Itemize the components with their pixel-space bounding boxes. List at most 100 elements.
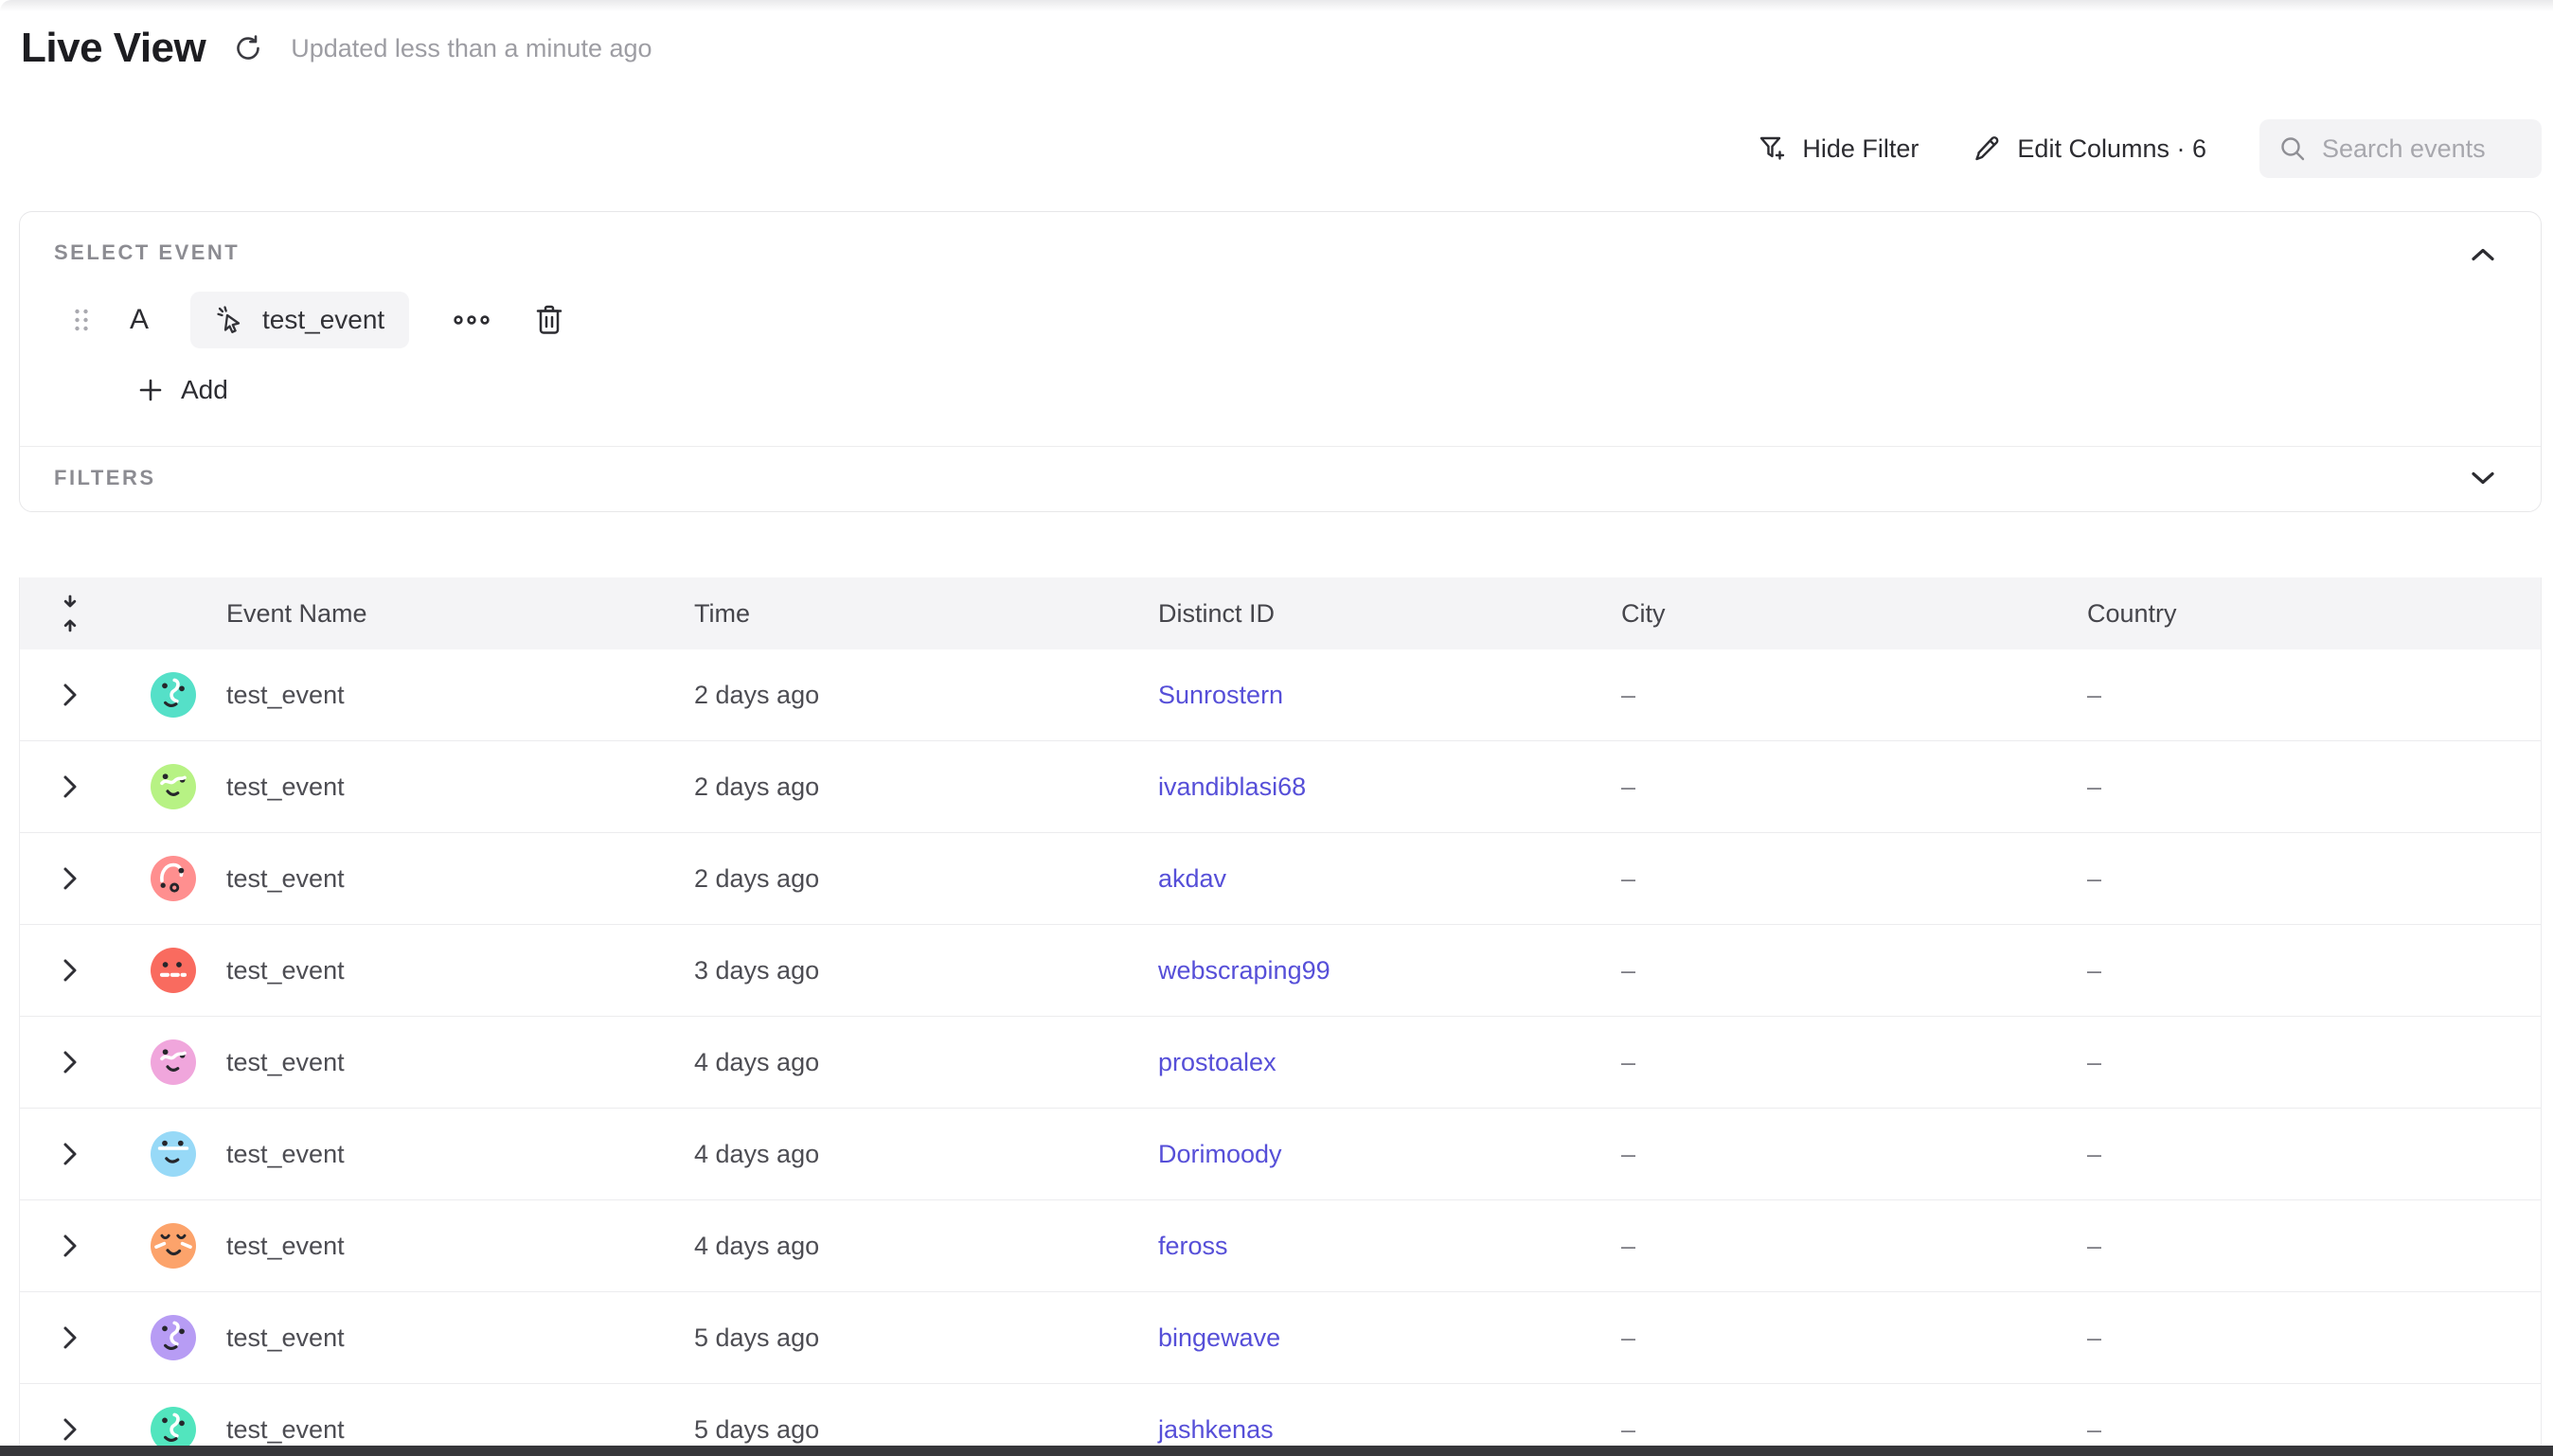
country-cell: – [2087,772,2541,802]
table-row: test_event 5 days ago jashkenas – – [20,1384,2541,1447]
column-header-event-name[interactable]: Event Name [226,599,694,629]
distinct-id-link[interactable]: Sunrostern [1158,681,1283,709]
event-name-cell: test_event [226,1048,694,1077]
event-name-cell: test_event [226,772,694,802]
chevron-right-icon [62,1142,78,1166]
user-avatar [151,856,196,901]
search-icon [2278,134,2307,163]
event-selector-chip[interactable]: test_event [190,292,409,348]
distinct-id-link[interactable]: bingewave [1158,1323,1280,1352]
time-cell: 4 days ago [694,1140,1158,1169]
row-expander-button[interactable] [51,951,89,989]
expand-filters-button[interactable] [2467,462,2499,494]
chevron-right-icon [62,683,78,707]
user-avatar [151,672,196,718]
add-label: Add [181,375,228,405]
table-body: test_event 2 days ago Sunrostern – – tes… [20,649,2541,1447]
table-row: test_event 2 days ago akdav – – [20,833,2541,925]
event-name-cell: test_event [226,1415,694,1445]
user-avatar [151,1223,196,1269]
user-avatar [151,764,196,809]
step-letter: A [130,304,149,336]
distinct-id-link[interactable]: akdav [1158,864,1226,893]
event-chip-label: test_event [262,305,384,335]
toolbar: Hide Filter Edit Columns · 6 [1757,119,2542,178]
chevron-right-icon [62,1417,78,1442]
distinct-id-link[interactable]: webscraping99 [1158,956,1330,985]
time-cell: 2 days ago [694,864,1158,894]
distinct-id-link[interactable]: ivandiblasi68 [1158,772,1306,801]
country-cell: – [2087,1415,2541,1445]
hide-filter-label: Hide Filter [1802,134,1919,164]
edit-columns-button[interactable]: Edit Columns · 6 [1972,133,2206,164]
chevron-right-icon [62,1325,78,1350]
chevron-right-icon [62,774,78,799]
row-expander-button[interactable] [51,860,89,897]
table-row: test_event 4 days ago feross – – [20,1200,2541,1292]
column-header-time[interactable]: Time [694,599,1158,629]
time-cell: 3 days ago [694,956,1158,985]
event-name-cell: test_event [226,681,694,710]
chevron-right-icon [62,1050,78,1074]
search-box[interactable] [2259,119,2542,178]
country-cell: – [2087,1232,2541,1261]
add-event-button[interactable]: Add [137,375,228,405]
event-step-row: A test_event [73,292,564,348]
distinct-id-link[interactable]: jashkenas [1158,1415,1274,1444]
collapse-section-button[interactable] [2467,239,2499,271]
table-row: test_event 4 days ago Dorimoody – – [20,1109,2541,1200]
hide-filter-button[interactable]: Hide Filter [1757,133,1919,164]
table-row: test_event 5 days ago bingewave – – [20,1292,2541,1384]
country-cell: – [2087,956,2541,985]
country-cell: – [2087,681,2541,710]
column-header-city[interactable]: City [1621,599,2087,629]
refresh-button[interactable] [230,30,266,66]
delete-event-button[interactable] [534,303,564,337]
search-input[interactable] [2322,134,2511,164]
refresh-icon [232,32,264,64]
drag-handle-icon[interactable] [73,306,90,334]
city-cell: – [1621,1048,2087,1077]
page-header: Live View Updated less than a minute ago [21,25,652,72]
distinct-id-link[interactable]: feross [1158,1232,1228,1260]
event-name-cell: test_event [226,1140,694,1169]
row-expander-button[interactable] [51,676,89,714]
row-expander-button[interactable] [51,1227,89,1265]
row-expander-button[interactable] [51,1043,89,1081]
city-cell: – [1621,681,2087,710]
column-header-distinct-id[interactable]: Distinct ID [1158,599,1621,629]
time-cell: 5 days ago [694,1415,1158,1445]
distinct-id-link[interactable]: Dorimoody [1158,1140,1282,1168]
filters-label: FILTERS [54,466,156,490]
filter-plus-icon [1757,133,1787,164]
plus-icon [137,377,164,403]
table-row: test_event 2 days ago Sunrostern – – [20,649,2541,741]
collapse-rows-button[interactable] [49,593,91,634]
row-expander-button[interactable] [51,1319,89,1357]
horizontal-scrollbar[interactable] [0,1446,2553,1456]
time-cell: 2 days ago [694,681,1158,710]
time-cell: 5 days ago [694,1323,1158,1353]
distinct-id-link[interactable]: prostoalex [1158,1048,1276,1076]
event-name-cell: test_event [226,1323,694,1353]
event-name-cell: test_event [226,1232,694,1261]
more-options-button[interactable] [453,313,491,327]
city-cell: – [1621,1232,2087,1261]
filters-section[interactable]: FILTERS [20,447,2541,511]
row-expander-button[interactable] [51,1135,89,1173]
country-cell: – [2087,864,2541,894]
select-event-section: SELECT EVENT A test_event [20,212,2541,447]
column-header-country[interactable]: Country [2087,599,2541,629]
user-avatar [151,1039,196,1085]
row-expander-button[interactable] [51,768,89,806]
city-cell: – [1621,1140,2087,1169]
top-edge-fade [0,0,2553,11]
table-row: test_event 2 days ago ivandiblasi68 – – [20,741,2541,833]
collapse-vertical-icon [60,595,80,632]
table-header: Event Name Time Distinct ID City Country [20,577,2541,649]
row-expander-button[interactable] [51,1411,89,1447]
city-cell: – [1621,956,2087,985]
app: { "page": { "title": "Live View", "updat… [0,0,2553,1456]
event-name-cell: test_event [226,864,694,894]
chevron-right-icon [62,866,78,891]
